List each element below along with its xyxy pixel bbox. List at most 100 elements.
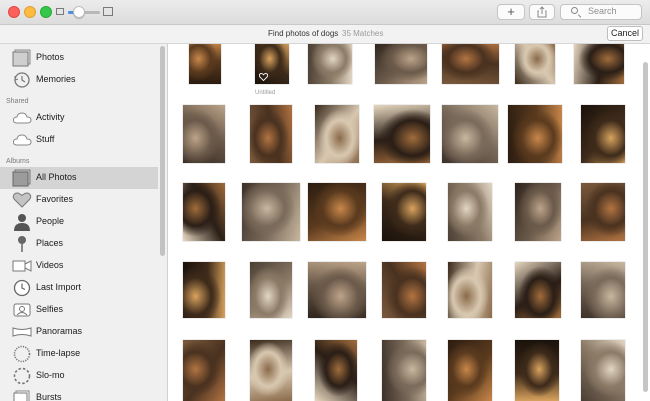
sidebar-item-label: Selfies [36, 304, 64, 314]
person-icon [14, 214, 30, 231]
photo-thumbnail[interactable] [250, 262, 292, 318]
sidebar-item-places[interactable]: Places [0, 233, 158, 255]
photo-thumbnail[interactable] [382, 340, 426, 401]
zoom-slider-knob[interactable] [73, 6, 86, 18]
photo-thumbnail[interactable] [442, 105, 498, 163]
sidebar-item-label: Activity [36, 112, 65, 122]
favorite-heart-icon [259, 73, 268, 81]
sidebar: Photos Memories Shared Activity Stuff Al… [0, 44, 168, 401]
photo-grid: Untitled [170, 44, 640, 401]
photo-thumbnail[interactable] [308, 183, 366, 241]
minimize-window-button[interactable] [24, 6, 36, 18]
panorama-icon [12, 327, 32, 337]
close-window-button[interactable] [8, 6, 20, 18]
photo-thumbnail[interactable] [250, 340, 292, 401]
photo-thumbnail[interactable] [581, 340, 625, 401]
photo-thumbnail[interactable] [382, 183, 426, 241]
pin-icon [18, 236, 26, 252]
sidebar-item-slo-mo[interactable]: Slo-mo [0, 365, 158, 387]
sidebar-item-label: Memories [36, 74, 76, 84]
all-photos-icon [12, 169, 31, 187]
title-bar: + Search [0, 0, 650, 25]
sidebar-item-memories[interactable]: Memories [0, 69, 158, 91]
photo-thumbnail[interactable] [183, 262, 225, 318]
photo-thumbnail[interactable] [308, 44, 352, 84]
sidebar-item-label: Last Import [36, 282, 82, 292]
photo-thumbnail[interactable] [515, 262, 561, 318]
photo-thumbnail[interactable] [315, 105, 359, 163]
photo-thumbnail[interactable] [375, 44, 427, 84]
match-count: 35 Matches [342, 29, 384, 38]
bursts-icon [13, 390, 30, 401]
sidebar-item-videos[interactable]: Videos [0, 255, 158, 277]
sidebar-item-panoramas[interactable]: Panoramas [0, 321, 158, 343]
cancel-search-button[interactable]: Cancel [607, 26, 643, 41]
albums-section-header: Albums [6, 158, 30, 165]
cloud-icon [12, 134, 32, 146]
sidebar-item-favorites[interactable]: Favorites [0, 189, 158, 211]
sidebar-item-label: Panoramas [36, 326, 83, 336]
sidebar-scrollbar[interactable] [159, 44, 166, 401]
photo-thumbnail[interactable] [374, 105, 430, 163]
sidebar-item-activity[interactable]: Activity [0, 107, 158, 129]
sidebar-item-stuff[interactable]: Stuff [0, 129, 158, 151]
photo-thumbnail[interactable] [448, 340, 492, 401]
sidebar-item-photos[interactable]: Photos [0, 47, 158, 69]
photo-thumbnail[interactable] [574, 44, 624, 84]
sidebar-item-label: Videos [36, 260, 64, 270]
cloud-icon [12, 112, 32, 124]
photo-thumbnail[interactable] [308, 262, 366, 318]
shared-section-header: Shared [6, 98, 29, 105]
photo-thumbnail[interactable] [442, 44, 499, 84]
sidebar-item-label: Slo-mo [36, 370, 65, 380]
sidebar-item-people[interactable]: People [0, 211, 158, 233]
photo-thumbnail[interactable] [183, 105, 225, 163]
sidebar-item-label: Stuff [36, 134, 55, 144]
photo-thumbnail[interactable] [250, 105, 292, 163]
sidebar-scrollbar-thumb[interactable] [160, 46, 165, 256]
photo-thumbnail[interactable] [581, 183, 625, 241]
photo-grid-scrollbar[interactable] [641, 44, 650, 401]
photo-thumbnail[interactable] [183, 183, 225, 241]
sidebar-item-last-import[interactable]: Last Import [0, 277, 158, 299]
sidebar-item-label: Bursts [36, 392, 62, 401]
sidebar-item-time-lapse[interactable]: Time-lapse [0, 343, 158, 365]
photo-thumbnail[interactable] [508, 105, 562, 163]
sidebar-item-bursts[interactable]: Bursts [0, 387, 158, 401]
sidebar-item-label: All Photos [36, 172, 77, 182]
zoom-in-icon [103, 7, 113, 16]
photo-thumbnail[interactable] [189, 44, 221, 84]
photos-window: + Search Find photos of dogs 35 Matches … [0, 0, 650, 401]
memories-icon [14, 72, 30, 88]
clock-icon [13, 279, 31, 297]
photo-thumbnail[interactable] [382, 262, 426, 318]
sidebar-item-all-photos[interactable]: All Photos [0, 167, 158, 189]
photo-grid-scrollbar-thumb[interactable] [643, 62, 648, 392]
share-button[interactable] [529, 4, 555, 20]
photo-thumbnail[interactable] [515, 183, 561, 241]
photo-thumbnail[interactable] [581, 105, 625, 163]
sidebar-item-label: Photos [36, 52, 65, 62]
sidebar-item-selfies[interactable]: Selfies [0, 299, 158, 321]
photo-thumbnail[interactable] [242, 183, 300, 241]
fullscreen-window-button[interactable] [40, 6, 52, 18]
heart-icon [12, 192, 32, 208]
photo-thumbnail[interactable] [315, 340, 357, 401]
photos-icon [12, 49, 31, 67]
find-bar: Find photos of dogs 35 Matches Cancel [0, 25, 650, 44]
photo-thumbnail[interactable] [515, 44, 555, 84]
plus-icon: + [507, 4, 515, 19]
search-placeholder: Search [588, 6, 617, 16]
sidebar-item-label: Time-lapse [36, 348, 81, 358]
photo-thumbnail[interactable] [515, 340, 559, 401]
photo-thumbnail[interactable] [448, 262, 492, 318]
untitled-caption: Untitled [255, 90, 276, 96]
sidebar-item-label: People [36, 216, 65, 226]
photo-thumbnail[interactable] [255, 44, 289, 84]
photo-thumbnail[interactable] [581, 262, 625, 318]
slomo-icon [13, 367, 31, 385]
photo-thumbnail[interactable] [448, 183, 492, 241]
add-to-album-button[interactable]: + [497, 4, 525, 20]
search-field[interactable]: Search [560, 4, 642, 20]
photo-thumbnail[interactable] [183, 340, 225, 401]
